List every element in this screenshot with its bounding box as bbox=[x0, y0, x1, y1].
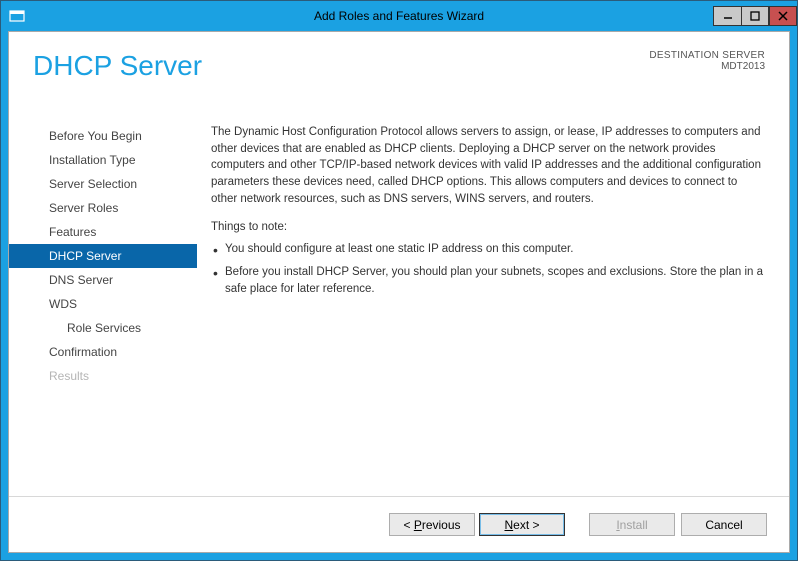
destination-value: MDT2013 bbox=[649, 61, 765, 72]
close-button[interactable] bbox=[769, 6, 797, 26]
notes-list: You should configure at least one static… bbox=[211, 241, 765, 297]
footer: < Previous Next > Install Cancel bbox=[9, 496, 789, 552]
sidebar-item-results: Results bbox=[9, 364, 197, 388]
sidebar-item-dns-server[interactable]: DNS Server bbox=[9, 268, 197, 292]
previous-button[interactable]: < Previous bbox=[389, 513, 475, 536]
maximize-button[interactable] bbox=[741, 6, 769, 26]
sidebar-item-before-you-begin[interactable]: Before You Begin bbox=[9, 124, 197, 148]
notes-heading: Things to note: bbox=[211, 221, 765, 233]
install-button: Install bbox=[589, 513, 675, 536]
body: Before You BeginInstallation TypeServer … bbox=[9, 122, 789, 492]
cancel-button[interactable]: Cancel bbox=[681, 513, 767, 536]
destination-block: DESTINATION SERVER MDT2013 bbox=[649, 50, 765, 72]
intro-paragraph: The Dynamic Host Configuration Protocol … bbox=[211, 124, 765, 207]
sidebar-item-wds[interactable]: WDS bbox=[9, 292, 197, 316]
next-button[interactable]: Next > bbox=[479, 513, 565, 536]
sidebar-item-confirmation[interactable]: Confirmation bbox=[9, 340, 197, 364]
header: DHCP Server DESTINATION SERVER MDT2013 bbox=[9, 32, 789, 122]
titlebar[interactable]: Add Roles and Features Wizard bbox=[1, 1, 797, 31]
window-title: Add Roles and Features Wizard bbox=[1, 9, 797, 23]
sidebar-item-server-roles[interactable]: Server Roles bbox=[9, 196, 197, 220]
sidebar-item-dhcp-server[interactable]: DHCP Server bbox=[9, 244, 197, 268]
note-item: You should configure at least one static… bbox=[211, 241, 765, 258]
note-item: Before you install DHCP Server, you shou… bbox=[211, 264, 765, 297]
sidebar-item-features[interactable]: Features bbox=[9, 220, 197, 244]
wizard-window: Add Roles and Features Wizard DHCP Serve… bbox=[0, 0, 798, 561]
sidebar-item-role-services[interactable]: Role Services bbox=[9, 316, 197, 340]
wizard-inner: DHCP Server DESTINATION SERVER MDT2013 B… bbox=[8, 31, 790, 553]
sidebar: Before You BeginInstallation TypeServer … bbox=[9, 122, 197, 492]
destination-label: DESTINATION SERVER bbox=[649, 50, 765, 61]
minimize-button[interactable] bbox=[713, 6, 741, 26]
sidebar-item-server-selection[interactable]: Server Selection bbox=[9, 172, 197, 196]
app-icon bbox=[9, 8, 25, 24]
content: The Dynamic Host Configuration Protocol … bbox=[197, 122, 789, 492]
window-controls bbox=[713, 7, 797, 26]
sidebar-item-installation-type[interactable]: Installation Type bbox=[9, 148, 197, 172]
